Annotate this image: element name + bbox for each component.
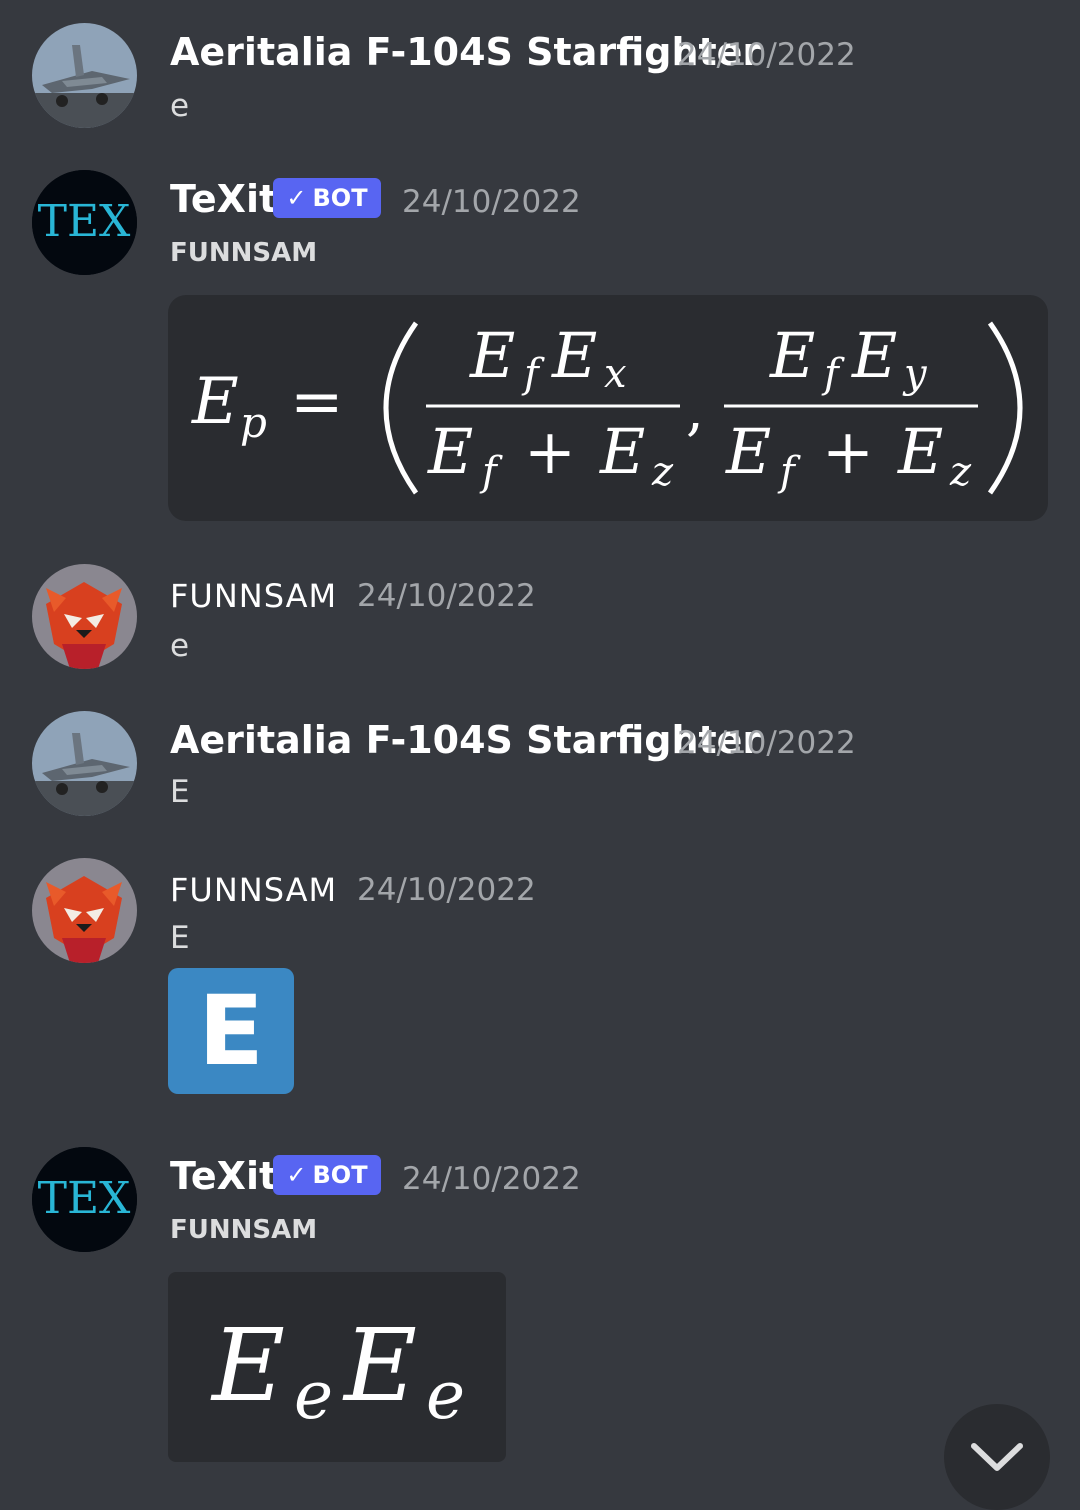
tex-logo-text: TEX <box>38 1173 131 1224</box>
timestamp: 24/10/2022 <box>677 37 856 73</box>
bot-badge: ✓ BOT <box>273 1155 381 1195</box>
red-panda-avatar-icon[interactable] <box>32 564 137 669</box>
author-name[interactable]: FUNNSAM <box>170 574 337 618</box>
formula-den2b: E <box>897 415 943 488</box>
formula-den2: E <box>725 415 771 488</box>
jump-to-bottom-button[interactable] <box>944 1404 1050 1510</box>
message-text: e <box>170 628 190 664</box>
formula-plus2: + <box>822 415 874 488</box>
formula-num2: E <box>769 319 815 392</box>
formula2-a: E <box>210 1307 285 1424</box>
red-panda-avatar-icon[interactable] <box>32 858 137 963</box>
right-paren-icon <box>987 321 1023 495</box>
formula-num1-sub: f <box>521 351 545 397</box>
message: Aeritalia F-104S Starfighter 24/10/2022 … <box>0 0 1080 145</box>
formula-den2-sub: f <box>777 449 801 495</box>
formula2-b-sub: e <box>426 1357 465 1434</box>
formula-lhs-sub: p <box>240 398 267 447</box>
author-name[interactable]: Aeritalia F-104S Starfighter <box>170 30 761 74</box>
formula-den1b: E <box>599 415 645 488</box>
formula-den2b-sub: z <box>949 449 972 495</box>
formula2-a-sub: e <box>294 1357 333 1434</box>
formula-num1: E <box>469 319 515 392</box>
tex-formula-image[interactable]: E e E e <box>168 1272 506 1462</box>
formula-equals: = <box>290 365 344 439</box>
jet-avatar-icon[interactable] <box>32 23 137 128</box>
formula2-b: E <box>342 1307 417 1424</box>
jet-avatar-icon[interactable] <box>32 711 137 816</box>
chevron-down-icon <box>971 1443 1023 1471</box>
author-name[interactable]: TeXit <box>170 1154 277 1198</box>
formula-num1b: E <box>551 319 597 392</box>
check-icon: ✓ <box>286 1161 307 1189</box>
bot-badge-label: BOT <box>312 184 368 212</box>
regional-indicator-e-emoji[interactable]: E <box>168 968 294 1094</box>
formula-plus1: + <box>524 415 576 488</box>
tex-logo-icon[interactable]: TEX <box>32 170 137 275</box>
formula-num1b-sub: x <box>604 351 627 397</box>
formula-den1b-sub: z <box>651 449 674 495</box>
author-name[interactable]: Aeritalia F-104S Starfighter <box>170 718 761 762</box>
tex-logo-icon[interactable]: TEX <box>32 1147 137 1252</box>
timestamp: 24/10/2022 <box>677 725 856 761</box>
reply-reference[interactable]: FUNNSAM <box>170 1213 317 1247</box>
formula-comma: , <box>686 378 704 443</box>
bot-badge-label: BOT <box>312 1161 368 1189</box>
message-text: e <box>170 88 190 124</box>
formula-den1: E <box>427 415 473 488</box>
timestamp: 24/10/2022 <box>402 1161 581 1197</box>
timestamp: 24/10/2022 <box>357 578 536 614</box>
timestamp: 24/10/2022 <box>357 872 536 908</box>
formula-lhs: E <box>191 365 239 439</box>
formula-num2b: E <box>851 319 897 392</box>
formula-num2-sub: f <box>821 351 845 397</box>
tex-logo-text: TEX <box>38 196 131 247</box>
formula-num2b-sub: y <box>902 351 928 397</box>
formula-den1-sub: f <box>479 449 503 495</box>
author-name[interactable]: TeXit <box>170 177 277 221</box>
author-name[interactable]: FUNNSAM <box>170 868 337 912</box>
bot-badge: ✓ BOT <box>273 178 381 218</box>
tex-formula-image[interactable]: E p = E f E x E f + E z , E f E y E f + <box>168 295 1048 521</box>
reply-reference[interactable]: FUNNSAM <box>170 236 317 270</box>
message-text: E <box>170 920 190 956</box>
check-icon: ✓ <box>286 184 307 212</box>
timestamp: 24/10/2022 <box>402 184 581 220</box>
message-text: E <box>170 774 190 810</box>
left-paren-icon <box>383 321 419 495</box>
